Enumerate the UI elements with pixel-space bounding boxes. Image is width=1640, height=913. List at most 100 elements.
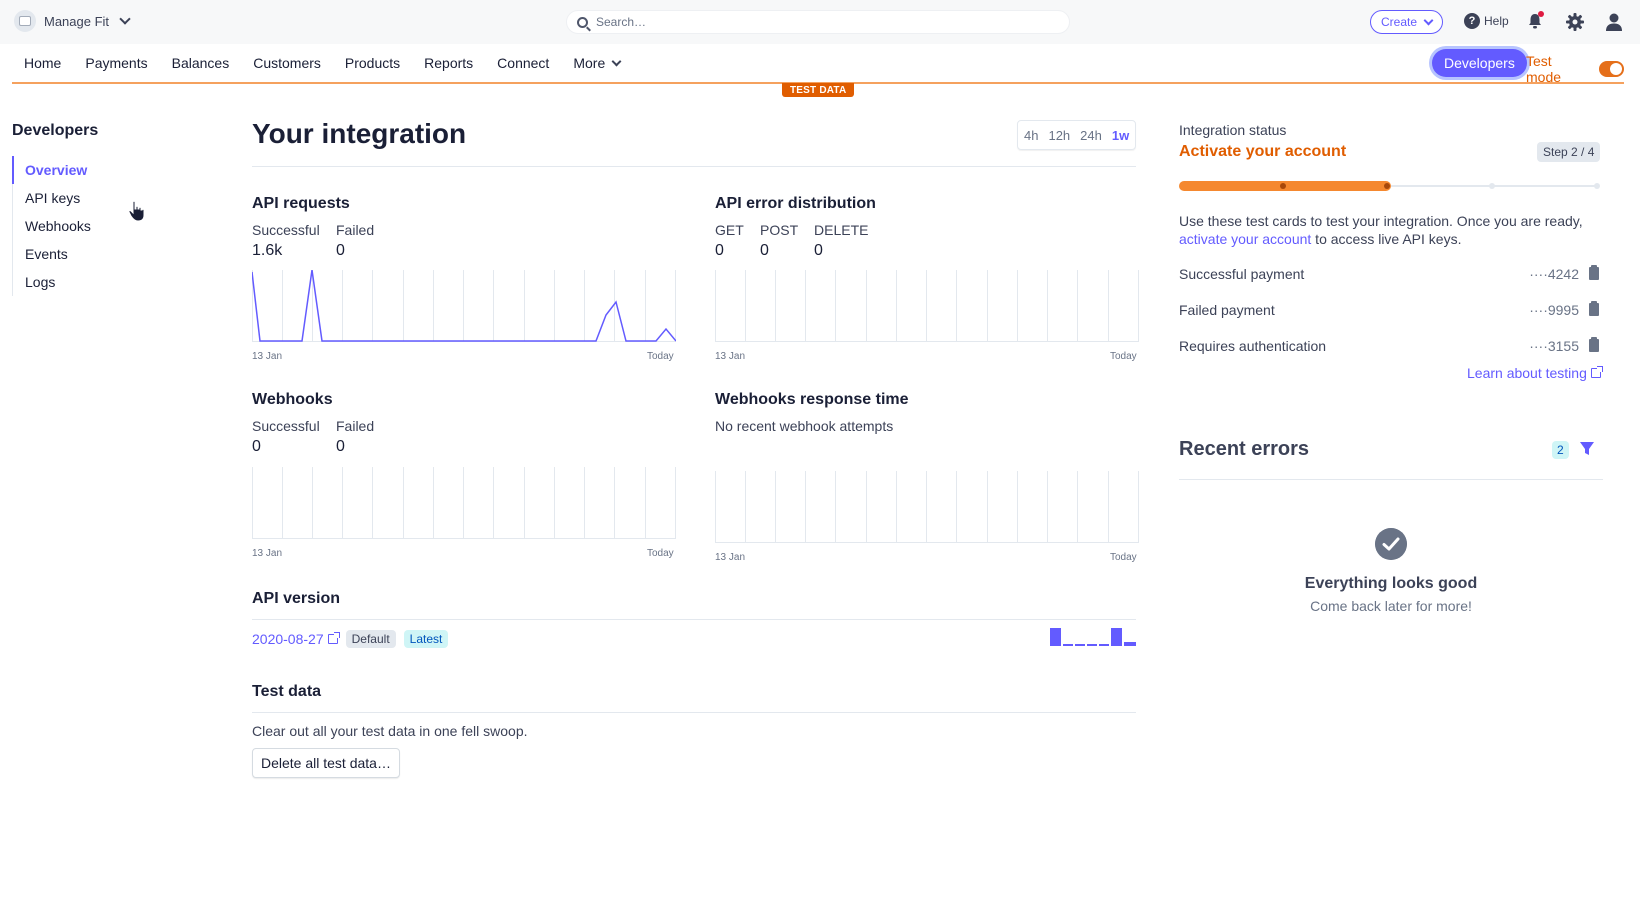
nav-connect[interactable]: Connect <box>485 43 561 83</box>
api-requests-chart[interactable] <box>252 270 676 342</box>
integration-progress-bar <box>1179 181 1600 191</box>
x-axis-end: Today <box>1110 552 1137 563</box>
help-icon: ? <box>1464 13 1480 29</box>
nav-customers[interactable]: Customers <box>241 43 333 83</box>
chevron-down-icon <box>611 56 622 66</box>
help-button[interactable]: ? Help <box>1464 13 1509 29</box>
user-icon <box>1606 13 1622 31</box>
metric-value: 0 <box>336 438 345 455</box>
test-card-row: Successful payment ····4242 <box>1179 264 1603 284</box>
recent-errors-title: Recent errors <box>1179 438 1310 460</box>
title-divider <box>252 166 1136 167</box>
latest-badge: Latest <box>403 630 449 648</box>
step-badge: Step 2 / 4 <box>1537 142 1601 162</box>
description-text: to access live API keys. <box>1311 231 1462 247</box>
api-requests-title: API requests <box>252 195 350 212</box>
test-card-row: Failed payment ····9995 <box>1179 300 1603 320</box>
test-card-row: Requires authentication ····3155 <box>1179 336 1603 356</box>
section-divider <box>252 712 1136 713</box>
search-input[interactable] <box>596 15 1016 29</box>
sidebar-item-api-keys[interactable]: API keys <box>13 184 91 212</box>
clipboard-icon[interactable] <box>1589 337 1599 352</box>
range-4h[interactable]: 4h <box>1024 128 1038 143</box>
test-card-number: ····9995 <box>1529 302 1579 318</box>
x-axis-end: Today <box>647 351 674 362</box>
settings-button[interactable] <box>1565 12 1585 32</box>
api-version-title: API version <box>252 590 341 607</box>
test-card-label: Successful payment <box>1179 266 1305 282</box>
hand-cursor-icon <box>128 200 145 222</box>
api-version-row: 2020-08-27 Default Latest <box>252 630 449 648</box>
empty-state-title: Everything looks good <box>1304 575 1478 592</box>
sidebar-item-overview[interactable]: Overview <box>12 156 91 184</box>
nav-home[interactable]: Home <box>12 43 73 83</box>
account-switcher[interactable]: Manage Fit <box>14 10 131 32</box>
range-12h[interactable]: 12h <box>1048 128 1070 143</box>
search-bar[interactable] <box>566 10 1070 34</box>
create-button[interactable]: Create <box>1370 10 1444 34</box>
x-axis-start: 13 Jan <box>715 552 746 563</box>
api-version-value: 2020-08-27 <box>252 631 324 647</box>
notifications-button[interactable] <box>1526 11 1544 30</box>
sidebar-item-logs[interactable]: Logs <box>13 268 91 296</box>
test-mode-toggle[interactable]: Test mode <box>1526 53 1624 85</box>
test-card-label: Failed payment <box>1179 302 1275 318</box>
nav-more-label: More <box>573 55 606 71</box>
clipboard-icon[interactable] <box>1589 265 1599 280</box>
metric-label: GET <box>715 222 744 238</box>
webhooks-response-chart[interactable] <box>715 471 1139 543</box>
page-title: Your integration <box>252 118 467 149</box>
metric-value: 1.6k <box>252 242 283 259</box>
sidebar-item-events[interactable]: Events <box>13 240 91 268</box>
x-axis-end: Today <box>1110 351 1137 362</box>
nav-payments[interactable]: Payments <box>73 43 159 83</box>
filter-icon[interactable] <box>1579 441 1595 457</box>
activate-account-link[interactable]: activate your account <box>1179 231 1311 247</box>
nav-more[interactable]: More <box>561 43 632 83</box>
sidebar-title: Developers <box>12 122 99 139</box>
external-link-icon <box>1590 366 1603 378</box>
nav-reports[interactable]: Reports <box>412 43 485 83</box>
create-label: Create <box>1381 15 1418 29</box>
integration-status-label: Integration status <box>1179 122 1287 138</box>
api-version-sparkline[interactable] <box>1050 626 1136 648</box>
x-axis-start: 13 Jan <box>252 351 283 362</box>
range-24h[interactable]: 24h <box>1080 128 1102 143</box>
range-1w[interactable]: 1w <box>1112 128 1129 143</box>
clipboard-icon[interactable] <box>1589 301 1599 316</box>
test-mode-label: Test mode <box>1526 53 1562 85</box>
test-card-number: ····4242 <box>1529 266 1579 282</box>
check-circle-icon <box>1375 528 1407 560</box>
help-label: Help <box>1484 14 1509 28</box>
webhooks-response-title: Webhooks response time <box>715 391 909 408</box>
notification-dot <box>1538 11 1544 17</box>
metric-value: 0 <box>814 242 823 259</box>
toggle-switch[interactable] <box>1598 61 1624 77</box>
integration-status-value: Activate your account <box>1179 143 1347 160</box>
section-divider <box>1179 479 1603 480</box>
nav-balances[interactable]: Balances <box>160 43 242 83</box>
webhooks-chart[interactable] <box>252 467 676 539</box>
developers-button[interactable]: Developers <box>1432 49 1527 77</box>
test-data-badge: TEST DATA <box>782 83 855 97</box>
api-errors-chart[interactable] <box>715 270 1139 342</box>
api-version-link[interactable]: 2020-08-27 <box>252 631 340 647</box>
delete-test-data-button[interactable]: Delete all test data… <box>252 748 400 778</box>
sidebar-item-webhooks[interactable]: Webhooks <box>13 212 91 240</box>
metric-value: 0 <box>715 242 724 259</box>
profile-button[interactable] <box>1604 12 1624 32</box>
gear-icon <box>1566 13 1584 31</box>
description-text: Use these test cards to test your integr… <box>1179 213 1583 229</box>
sidebar-nav: Overview API keys Webhooks Events Logs <box>12 156 91 296</box>
account-name: Manage Fit <box>44 13 110 29</box>
metric-label: POST <box>760 222 799 238</box>
metric-value: 0 <box>252 438 261 455</box>
nav-products[interactable]: Products <box>333 43 412 83</box>
external-link-icon <box>327 632 340 644</box>
metric-label: Successful <box>252 222 320 238</box>
learn-about-testing-link[interactable]: Learn about testing <box>1467 365 1603 381</box>
test-card-label: Requires authentication <box>1179 338 1327 354</box>
api-errors-title: API error distribution <box>715 195 876 212</box>
webhooks-title: Webhooks <box>252 391 333 408</box>
x-axis-start: 13 Jan <box>252 548 283 559</box>
